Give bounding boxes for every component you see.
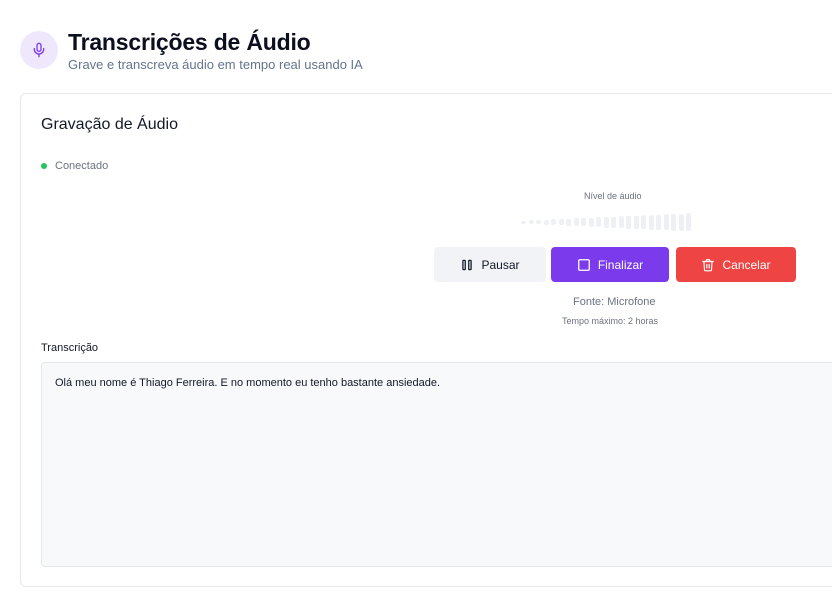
cancel-button[interactable]: Cancelar [676,247,796,282]
stop-square-icon [577,258,590,271]
page-header: Transcrições de Áudio Grave e transcreva… [20,28,363,72]
audio-level-bar [573,218,579,226]
connection-status: Conectado [41,160,108,172]
card-title: Gravação de Áudio [41,116,178,133]
audio-level-bar [641,215,646,229]
audio-level-bar [603,216,609,228]
audio-level-bar [618,216,624,228]
audio-level-bar [536,220,541,224]
recording-card: Gravação de Áudio Conectado Nível de áud… [20,93,832,587]
status-text: Conectado [55,160,109,172]
audio-level-bar [671,213,676,231]
audio-level-bar [566,218,571,226]
finish-button[interactable]: Finalizar [551,247,669,282]
status-dot [41,163,47,169]
transcription-label: Transcrição [41,342,99,354]
audio-level-bar [686,213,691,231]
audio-level-bar [588,217,594,227]
trash-icon [702,258,715,271]
cancel-button-label: Cancelar [722,257,771,272]
audio-level-bar [648,214,654,230]
audio-level-meter [521,212,694,232]
audio-level-bar [611,216,616,228]
transcription-textarea[interactable]: Olá meu nome é Thiago Ferreira. E no mom… [41,362,832,567]
audio-level-bar [678,213,684,231]
audio-level-bar [551,219,556,225]
max-time: Tempo máximo: 2 horas [562,316,659,326]
audio-source: Fonte: Microfone [573,296,656,308]
audio-level-bar [521,220,526,224]
audio-level-bar [626,215,631,229]
pause-icon [462,259,473,270]
audio-level-label: Nível de áudio [584,191,642,201]
pause-button-label: Pausar [481,257,520,272]
audio-level-bar [633,215,639,229]
microphone-icon [20,31,58,69]
audio-level-bar [543,219,549,225]
audio-level-bar [558,219,564,225]
audio-level-bar [581,218,586,226]
pause-button[interactable]: Pausar [434,247,546,282]
page-title: Transcrições de Áudio [68,29,311,55]
finish-button-label: Finalizar [597,257,644,272]
audio-level-bar [663,214,669,230]
audio-level-bar [528,220,534,224]
audio-level-bar [596,217,601,227]
audio-level-bar [656,214,661,230]
page-subtitle: Grave e transcreva áudio em tempo real u… [68,57,363,72]
